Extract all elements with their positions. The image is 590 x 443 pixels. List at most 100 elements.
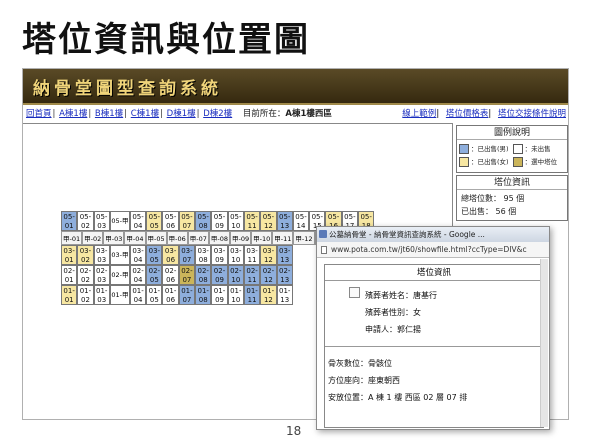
niche-cell[interactable]: 01-12: [260, 285, 277, 305]
niche-cell[interactable]: 03-09: [211, 245, 228, 265]
niche-cell[interactable]: 01-05: [146, 285, 163, 305]
niche-cell[interactable]: 05-06: [162, 211, 179, 231]
niche-cell[interactable]: 01-04: [129, 285, 147, 305]
app-banner: 納骨堂圖型查詢系統: [23, 69, 568, 105]
niche-cell[interactable]: 05-13: [276, 211, 293, 231]
nav-d2-link[interactable]: D棟2樓: [203, 109, 232, 119]
online-example-link[interactable]: 線上範例: [402, 109, 436, 119]
niche-cell[interactable]: 03-02: [77, 245, 94, 265]
niche-cell[interactable]: 01-07: [178, 285, 196, 305]
nav-c1-link[interactable]: C棟1樓: [131, 109, 159, 119]
niche-cell[interactable]: 03-04: [129, 245, 147, 265]
niche-cell[interactable]: 02-11: [243, 265, 261, 285]
nav-d1-link[interactable]: D棟1樓: [167, 109, 196, 119]
niche-cell[interactable]: 05-11: [243, 211, 261, 231]
transfer-terms-link[interactable]: 塔位交接條件說明: [498, 109, 566, 119]
niche-cell[interactable]: 02-01: [61, 265, 78, 285]
stats: 總塔位數： 95 個 已出售： 56 個: [457, 190, 567, 220]
niche-cell[interactable]: 03-12: [260, 245, 277, 265]
niche-cell[interactable]: 05-09: [211, 211, 228, 231]
location-value: A棟1樓西區: [285, 109, 332, 119]
stats-title: 塔位資訊: [457, 176, 567, 190]
nav-home-link[interactable]: 回首頁: [26, 109, 52, 119]
stat-sold: 已出售： 56 個: [461, 207, 517, 216]
price-list-link[interactable]: 塔位價格表: [446, 109, 489, 119]
aisle-label: 甲-11: [272, 231, 294, 245]
niche-cell[interactable]: 03-10: [227, 245, 244, 265]
nav-b1-link[interactable]: B棟1樓: [95, 109, 123, 119]
aisle-label: 甲-03: [103, 231, 125, 245]
niche-cell[interactable]: 02-09: [211, 265, 228, 285]
niche-cell[interactable]: 02-04: [129, 265, 147, 285]
niche-cell[interactable]: 01-10: [227, 285, 244, 305]
niche-cell[interactable]: 05-04: [129, 211, 147, 231]
niche-cell[interactable]: 05-01: [61, 211, 78, 231]
niche-cell[interactable]: 01-11: [243, 285, 261, 305]
page-number: 18: [286, 424, 302, 438]
legend-male-label: ：已出售(男): [471, 145, 509, 153]
niche-cell[interactable]: 05-03: [93, 211, 110, 231]
niche-cell[interactable]: 02-05: [146, 265, 163, 285]
aisle-label: 甲-04: [124, 231, 146, 245]
nav-separator: |: [52, 109, 56, 119]
niche-cell[interactable]: 03-07: [178, 245, 196, 265]
niche-direction: 方位座向：座東朝西: [328, 376, 400, 385]
niche-cell[interactable]: 05-05: [146, 211, 163, 231]
niche-cell[interactable]: 03-08: [195, 245, 212, 265]
niche-cell[interactable]: 03-03: [93, 245, 110, 265]
niche-cell[interactable]: 03-13: [276, 245, 293, 265]
niche-cell[interactable]: 03-05: [146, 245, 163, 265]
niche-cell[interactable]: 01-09: [211, 285, 228, 305]
niche-cell[interactable]: 02-12: [260, 265, 277, 285]
niche-cell[interactable]: 05-12: [260, 211, 277, 231]
row-label: 02-甲: [109, 265, 130, 285]
niche-cell[interactable]: 02-06: [162, 265, 179, 285]
row-label: 01-甲: [109, 285, 130, 305]
niche-cell[interactable]: 05-08: [195, 211, 212, 231]
aisle-label: 甲-07: [187, 231, 209, 245]
nav-separator: |: [124, 109, 128, 119]
legend: ：已出售(男) ：未出售 ：已出售(女) ：選中塔位: [457, 140, 567, 172]
niche-cell[interactable]: 03-11: [243, 245, 261, 265]
niche-cell[interactable]: 02-08: [195, 265, 212, 285]
nav-separator: |: [196, 109, 200, 119]
niche-cell[interactable]: 01-08: [195, 285, 212, 305]
popup-header: 塔位資訊: [325, 265, 543, 281]
niche-cell[interactable]: 01-03: [93, 285, 110, 305]
niche-cell[interactable]: 01-06: [162, 285, 179, 305]
person-info: 殯葬者姓名：唐基行 殯葬者性別：女 申請人：郭仁揚: [365, 287, 437, 338]
niche-cell[interactable]: 02-13: [276, 265, 293, 285]
legend-swatch-selected: [512, 157, 523, 167]
niche-cell[interactable]: 02-07: [178, 265, 196, 285]
aisle-label: 甲-09: [230, 231, 252, 245]
niche-cell[interactable]: 02-02: [77, 265, 94, 285]
nav-a1-link[interactable]: A棟1樓: [59, 109, 87, 119]
page-icon: [321, 246, 327, 254]
popup-body: 塔位資訊 殯葬者姓名：唐基行 殯葬者性別：女 申請人：郭仁揚 骨灰數位：骨骸位 …: [324, 264, 544, 428]
niche-cell[interactable]: 03-01: [61, 245, 78, 265]
niche-cell[interactable]: 05-10: [227, 211, 244, 231]
banner-title: 納骨堂圖型查詢系統: [33, 79, 222, 99]
niche-cell[interactable]: 02-10: [227, 265, 244, 285]
legend-box: 圖例說明 ：已出售(男) ：未出售 ：已出售(女) ：選中塔位: [456, 125, 568, 173]
popup-scrollbar[interactable]: [540, 259, 548, 427]
aisle-label: 甲-12: [293, 231, 315, 245]
niche-cell[interactable]: 02-03: [93, 265, 110, 285]
legend-row: ：已出售(女) ：選中塔位: [459, 156, 565, 169]
niche-cell[interactable]: 01-02: [77, 285, 94, 305]
niche-cell[interactable]: 05-14: [292, 211, 310, 231]
niche-cell[interactable]: 05-02: [77, 211, 94, 231]
stats-box: 塔位資訊 總塔位數： 95 個 已出售： 56 個: [456, 175, 568, 221]
niche-cell[interactable]: 01-01: [61, 285, 78, 305]
popup-niche-section: 骨灰數位：骨骸位 方位座向：座東朝西 安放位置：A 棟 1 樓 西區 02 層 …: [325, 347, 543, 406]
aisle-label: 甲-05: [145, 231, 167, 245]
stat-total: 總塔位數： 95 個: [461, 194, 525, 203]
niche-cell[interactable]: 01-13: [276, 285, 293, 305]
popup-titlebar[interactable]: 公墓納骨堂 - 納骨堂資訊查詢系統 - Google ...: [317, 227, 549, 242]
legend-row: ：已出售(男) ：未出售: [459, 143, 565, 156]
nav-right: 線上範例| 塔位價格表| 塔位交接條件說明: [398, 106, 566, 122]
popup-address-bar[interactable]: www.pota.com.tw/jt60/showfile.html?ccTyp…: [317, 242, 549, 258]
deceased-gender: 殯葬者性別：女: [365, 308, 421, 317]
niche-cell[interactable]: 05-07: [178, 211, 196, 231]
niche-cell[interactable]: 03-06: [162, 245, 179, 265]
